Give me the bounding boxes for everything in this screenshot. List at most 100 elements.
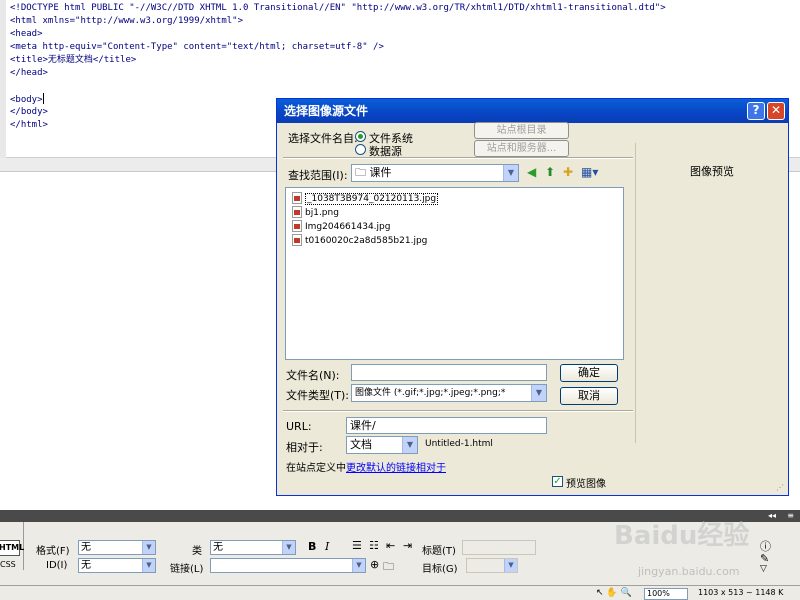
title-input[interactable] [462, 540, 536, 555]
bold-button[interactable]: B [308, 540, 316, 553]
properties-tabs: HTML CSS [0, 522, 24, 570]
url-label: URL: [286, 420, 312, 433]
close-button[interactable]: ✕ [767, 102, 785, 120]
zoom-tool-icon[interactable]: 🔍 [621, 588, 632, 598]
up-folder-icon[interactable]: ⬆ [545, 165, 555, 179]
collapse-icon[interactable]: ◂◂ [768, 511, 776, 520]
chevron-down-icon: ▼ [142, 541, 155, 554]
italic-button[interactable]: I [325, 540, 329, 553]
cancel-button[interactable]: 取消 [560, 387, 618, 405]
file-name: t0160020c2a8d585b21.jpg [305, 236, 428, 246]
link-input[interactable]: ▼ [210, 558, 366, 573]
filetype-select[interactable]: 图像文件 (*.gif;*.jpg;*.jpeg;*.png;* ▼ [351, 384, 547, 402]
list-item[interactable]: Img204661434.jpg [292, 220, 390, 234]
lookin-value: 课件 [369, 166, 392, 179]
browse-folder-icon[interactable]: 🗀 [383, 558, 394, 577]
chevron-down-icon: ▼ [503, 165, 518, 181]
image-file-icon [292, 206, 302, 218]
panel-menu-icon[interactable]: ≡ [787, 511, 794, 520]
filetype-value: 图像文件 (*.gif;*.jpg;*.jpeg;*.png;* [355, 388, 506, 398]
help-button[interactable]: ? [747, 102, 765, 120]
select-image-dialog: 选择图像源文件 ? ✕ 选择文件名自: 文件系统 数据源 站点根目录 站点和服务… [276, 98, 789, 496]
id-select[interactable]: 无 ▼ [78, 558, 156, 573]
relative-file: Untitled-1.html [425, 439, 493, 449]
class-label: 类 [192, 546, 202, 557]
chevron-down-icon: ▼ [282, 541, 295, 554]
view-menu-icon[interactable]: ▦▾ [581, 165, 598, 179]
format-label: 格式(F) [36, 546, 70, 557]
url-input[interactable]: 课件/ [346, 417, 547, 434]
class-select[interactable]: 无 ▼ [210, 540, 296, 555]
expand-panel-icon[interactable]: ▽ [760, 564, 767, 574]
image-file-icon [292, 220, 302, 232]
preview-checkbox[interactable]: ✓ [552, 476, 563, 487]
dialog-titlebar[interactable]: 选择图像源文件 [277, 99, 788, 123]
code-line: <title>无标题文档</title> [10, 55, 137, 65]
filename-label: 文件名(N): [286, 369, 340, 382]
unordered-list-icon[interactable]: ☰ [352, 539, 362, 552]
select-tool-icon[interactable]: ↖ [596, 588, 604, 598]
ok-button[interactable]: 确定 [560, 364, 618, 382]
list-item[interactable]: bj1.png [292, 206, 339, 220]
file-name: Img204661434.jpg [305, 222, 391, 232]
file-list[interactable]: _1038T3B974_02120113.jpg bj1.png Img2046… [285, 187, 624, 360]
file-name: bj1.png [305, 208, 339, 218]
outdent-icon[interactable]: ⇤ [386, 539, 395, 552]
radio-filesystem[interactable] [355, 131, 366, 142]
zoom-select[interactable]: 100% [644, 588, 688, 600]
code-gutter [0, 0, 6, 158]
indent-icon[interactable]: ⇥ [403, 539, 412, 552]
site-def-text: 在站点定义中更改默认的链接相对于 [286, 459, 446, 474]
code-line: <meta http-equiv="Content-Type" content=… [10, 42, 384, 52]
chevron-down-icon: ▼ [352, 559, 365, 572]
target-select[interactable]: ▼ [466, 558, 518, 573]
back-icon[interactable]: ◀ [527, 165, 536, 179]
image-preview-area: 图像预览 [635, 143, 787, 443]
resize-grip-icon[interactable]: ⋰ [776, 483, 786, 493]
filename-input[interactable] [351, 364, 547, 381]
chevron-down-icon: ▼ [531, 385, 546, 401]
sites-servers-button[interactable]: 站点和服务器... [474, 140, 569, 157]
code-line: <!DOCTYPE html PUBLIC "-//W3C//DTD XHTML… [10, 3, 666, 13]
preview-label: 图像预览 [690, 165, 734, 178]
radio-datasource[interactable] [355, 144, 366, 155]
chevron-down-icon: ▼ [402, 437, 417, 453]
format-select[interactable]: 无 ▼ [78, 540, 156, 555]
chevron-down-icon: ▼ [142, 559, 155, 572]
separator [283, 157, 633, 159]
image-file-icon [292, 192, 302, 204]
lookin-select[interactable]: 🗀 课件 ▼ [351, 164, 519, 182]
ordered-list-icon[interactable]: ☷ [369, 539, 379, 552]
file-name: _1038T3B974_02120113.jpg [305, 193, 439, 205]
change-default-link[interactable]: 更改默认的链接相对于 [346, 463, 446, 474]
new-folder-icon[interactable]: ✚ [563, 165, 573, 179]
list-item[interactable]: _1038T3B974_02120113.jpg [292, 192, 439, 206]
id-value: 无 [81, 560, 91, 571]
site-root-button[interactable]: 站点根目录 [474, 122, 569, 139]
relative-label: 相对于: [286, 441, 323, 454]
status-tools: ↖ ✋ 🔍 [596, 588, 632, 598]
preview-checkbox-label: 预览图像 [566, 479, 606, 490]
dialog-title: 选择图像源文件 [284, 104, 369, 118]
list-item[interactable]: t0160020c2a8d585b21.jpg [292, 234, 427, 248]
tab-css[interactable]: CSS [0, 560, 16, 569]
hand-tool-icon[interactable]: ✋ [606, 588, 617, 598]
title-label: 标题(T) [422, 546, 456, 557]
point-to-file-icon[interactable]: ⊕ [370, 558, 379, 571]
text-caret [42, 93, 44, 104]
watermark-logo: Baidu经验 [614, 521, 750, 551]
tab-html[interactable]: HTML [0, 540, 24, 556]
code-line-text: <body> [10, 95, 43, 105]
code-line: <head> [10, 29, 43, 39]
watermark-url: jingyan.baidu.com [638, 565, 740, 578]
relative-value: 文档 [350, 438, 372, 451]
relative-select[interactable]: 文档 ▼ [346, 436, 418, 454]
window-size: 1103 x 513 ~ 1148 K [698, 588, 784, 597]
folder-icon: 🗀 [355, 166, 370, 179]
chevron-down-icon: ▼ [504, 559, 517, 572]
id-label: ID(I) [46, 560, 68, 571]
target-label: 目标(G) [422, 564, 458, 575]
status-bar: ↖ ✋ 🔍 100% 1103 x 513 ~ 1148 K [0, 585, 800, 600]
image-file-icon [292, 234, 302, 246]
